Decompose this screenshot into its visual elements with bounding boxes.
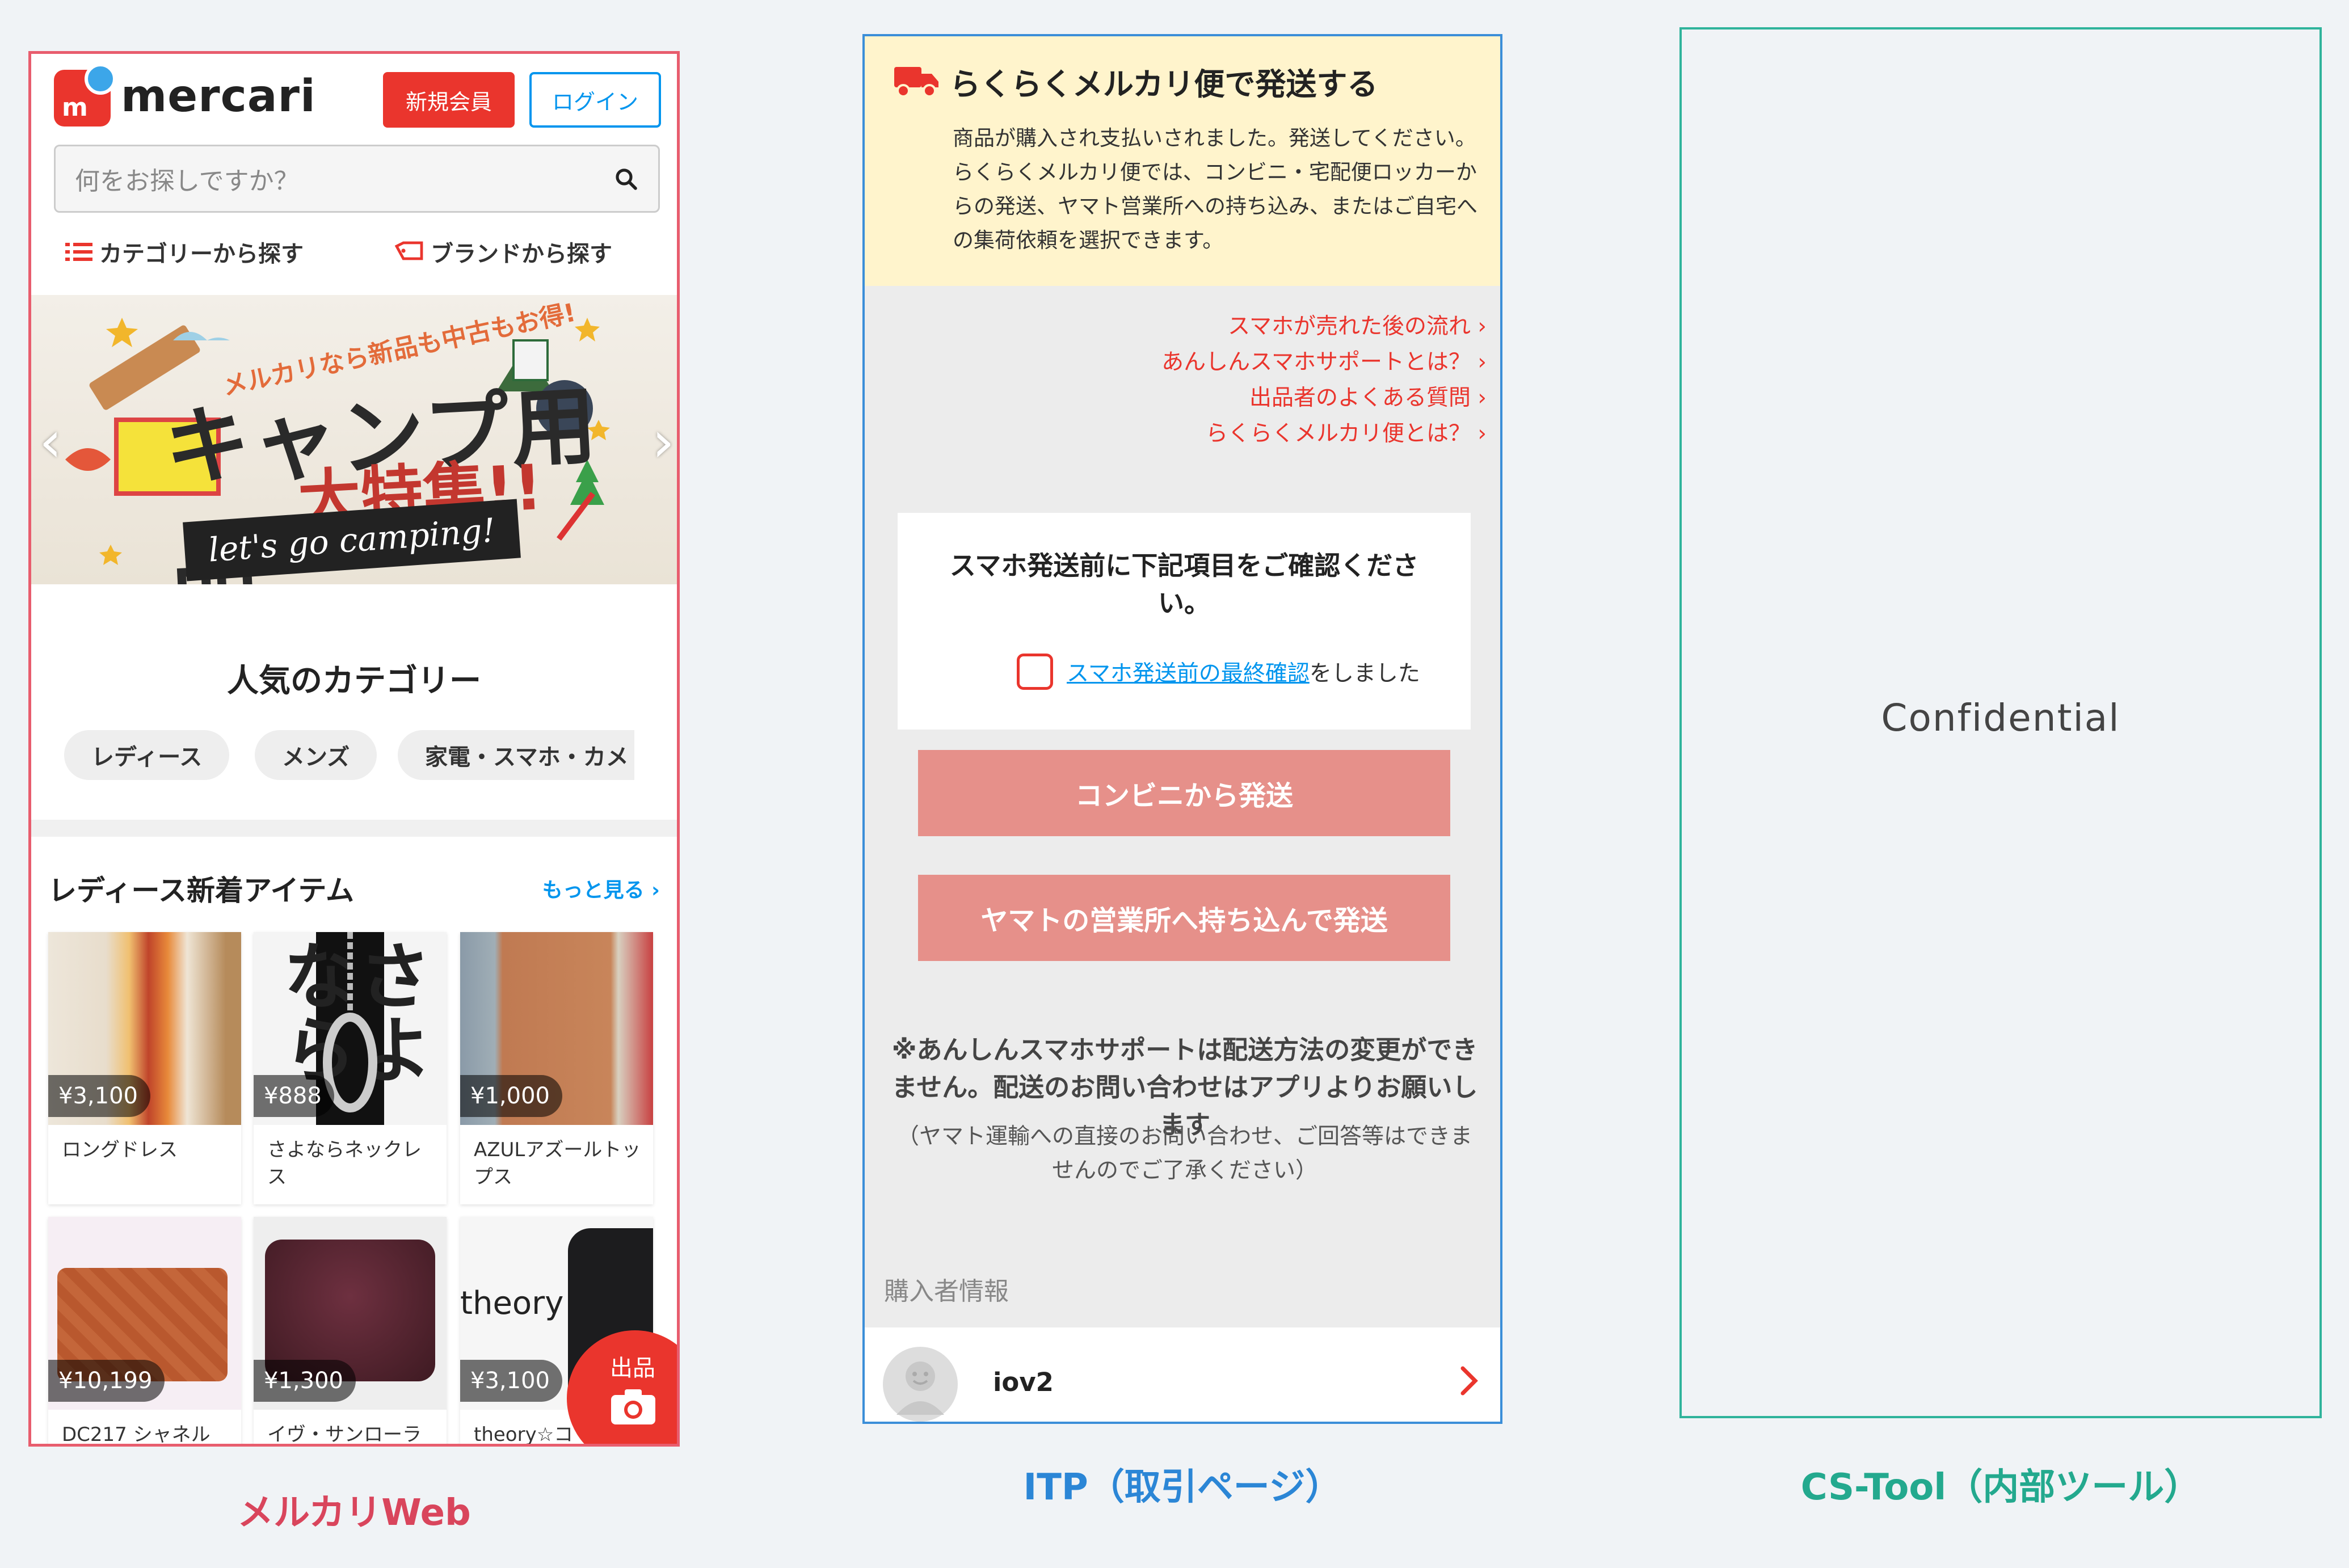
confirm-card: スマホ発送前に下記項目をご確認ください。 スマホ発送前の最終確認をしました	[898, 513, 1471, 730]
item-price: ¥10,199	[48, 1360, 165, 1402]
browse-brand-link[interactable]: ブランドから探す	[394, 235, 612, 268]
mercari-web-panel: m mercari 新規会員 ログイン 何をお探しですか？ カテゴリーから探す …	[28, 51, 680, 1447]
item-card[interactable]: ¥10,199 DC217 シャネル	[48, 1217, 241, 1444]
chevron-right-icon	[1460, 1366, 1478, 1396]
carousel-next-icon[interactable]: ›	[652, 408, 675, 475]
category-chip-mens[interactable]: メンズ	[255, 730, 377, 780]
logo-mark: m	[62, 93, 88, 122]
confirm-checkbox[interactable]	[1017, 654, 1053, 690]
item-price: ¥888	[254, 1075, 334, 1117]
item-price: ¥1,300	[254, 1360, 356, 1402]
help-link-label: らくらくメルカリ便とは？	[1206, 421, 1471, 446]
info-title: らくらくメルカリ便で発送する	[950, 66, 1378, 102]
cs-tool-caption: CS-Tool（内部ツール）	[1800, 1466, 2201, 1508]
help-link-label: あんしんスマホサポートとは？	[1161, 349, 1471, 375]
mercari-logo-icon[interactable]: m	[54, 63, 116, 127]
item-card[interactable]: ¥1,300 イヴ・サンローラ	[254, 1217, 447, 1444]
logo-text[interactable]: mercari	[121, 71, 316, 122]
item-price: ¥3,100	[460, 1360, 562, 1402]
more-link[interactable]: もっと見る ›	[542, 874, 660, 903]
item-name: AZULアズールトップス	[474, 1139, 641, 1188]
help-link[interactable]: あんしんスマホサポートとは？ ›	[1161, 344, 1487, 380]
item-price: ¥3,100	[48, 1075, 150, 1117]
register-button[interactable]: 新規会員	[383, 72, 515, 128]
camera-icon	[611, 1389, 655, 1424]
camping-banner[interactable]: メルカリなら新品も中古もお得! キャンプ用品 大特集!! let's go ca…	[31, 295, 677, 584]
login-button[interactable]: ログイン	[529, 72, 661, 128]
item-name: さよならネックレス	[267, 1139, 422, 1188]
help-link-label: スマホが売れた後の流れ	[1228, 314, 1471, 339]
browse-category-label: カテゴリーから探す	[99, 241, 304, 267]
section-divider	[31, 820, 677, 837]
confirm-title: スマホ発送前に下記項目をご確認ください。	[949, 550, 1419, 618]
final-check-link[interactable]: スマホ発送前の最終確認	[1067, 661, 1310, 686]
item-image-text: theory	[460, 1285, 564, 1322]
itp-caption: ITP（取引ページ）	[1023, 1466, 1342, 1508]
cs-tool-panel: Confidential	[1679, 27, 2322, 1418]
avatar	[883, 1347, 958, 1422]
chevron-right-icon: ›	[651, 879, 660, 902]
browse-brand-label: ブランドから探す	[431, 241, 612, 267]
help-link[interactable]: 出品者のよくある質問 ›	[1161, 380, 1487, 416]
list-icon	[65, 243, 92, 261]
help-link[interactable]: スマホが売れた後の流れ ›	[1161, 309, 1487, 344]
help-links: スマホが売れた後の流れ › あんしんスマホサポートとは？ › 出品者のよくある質…	[1161, 309, 1487, 452]
buyer-name: iov2	[993, 1367, 1054, 1397]
search-input[interactable]: 何をお探しですか？	[54, 145, 660, 213]
info-text: 商品が購入され支払いされました。発送してください。らくらくメルカリ便では、コンビ…	[953, 126, 1477, 252]
confidential-label: Confidential	[1881, 696, 2120, 740]
new-items-title: レディース新着アイテム	[48, 874, 354, 907]
help-link[interactable]: らくらくメルカリ便とは？ ›	[1161, 416, 1487, 452]
tag-icon	[394, 241, 423, 260]
more-label: もっと見る	[542, 879, 645, 902]
mercari-web-caption: メルカリWeb	[237, 1492, 471, 1534]
itp-panel: らくらくメルカリ便で発送する 商品が購入され支払いされました。発送してください。…	[862, 34, 1502, 1424]
popular-categories-title: 人気のカテゴリー	[227, 663, 481, 699]
sell-label: 出品	[610, 1355, 655, 1381]
support-notice-sub: （ヤマト運輸への直接のお問い合わせ、ご回答等はできませんのでご了承ください）	[896, 1124, 1472, 1183]
item-card[interactable]: ¥1,000 AZULアズールトップス	[460, 932, 653, 1204]
buyer-info-label: 購入者情報	[884, 1277, 1009, 1306]
item-card[interactable]: ¥3,100 ロングドレス	[48, 932, 241, 1204]
item-name: DC217 シャネル	[62, 1423, 211, 1444]
browse-category-link[interactable]: カテゴリーから探す	[65, 235, 304, 268]
buyer-row[interactable]: iov2	[865, 1327, 1500, 1422]
category-chip-electronics[interactable]: 家電・スマホ・カメ	[398, 730, 634, 780]
carousel-prev-icon[interactable]: ‹	[39, 408, 62, 475]
item-name: イヴ・サンローラ	[267, 1423, 422, 1444]
truck-icon	[894, 67, 938, 98]
search-placeholder: 何をお探しですか？	[75, 167, 299, 196]
shipping-info-box: らくらくメルカリ便で発送する 商品が購入され支払いされました。発送してください。…	[865, 36, 1500, 286]
header: m mercari 新規会員 ログイン	[31, 54, 677, 139]
item-name: ロングドレス	[62, 1139, 178, 1161]
search-icon[interactable]	[613, 166, 640, 193]
item-price: ¥1,000	[460, 1075, 562, 1117]
item-card[interactable]: なら さよ ¥888 さよならネックレス	[254, 932, 447, 1204]
ship-yamato-button[interactable]: ヤマトの営業所へ持ち込んで発送	[918, 875, 1450, 961]
confirm-text: スマホ発送前の最終確認をしました	[1067, 656, 1420, 688]
confirm-suffix: をしました	[1309, 661, 1420, 686]
help-link-label: 出品者のよくある質問	[1249, 385, 1471, 411]
category-chip-ladies[interactable]: レディース	[64, 730, 230, 780]
ship-convenience-button[interactable]: コンビニから発送	[918, 750, 1450, 836]
